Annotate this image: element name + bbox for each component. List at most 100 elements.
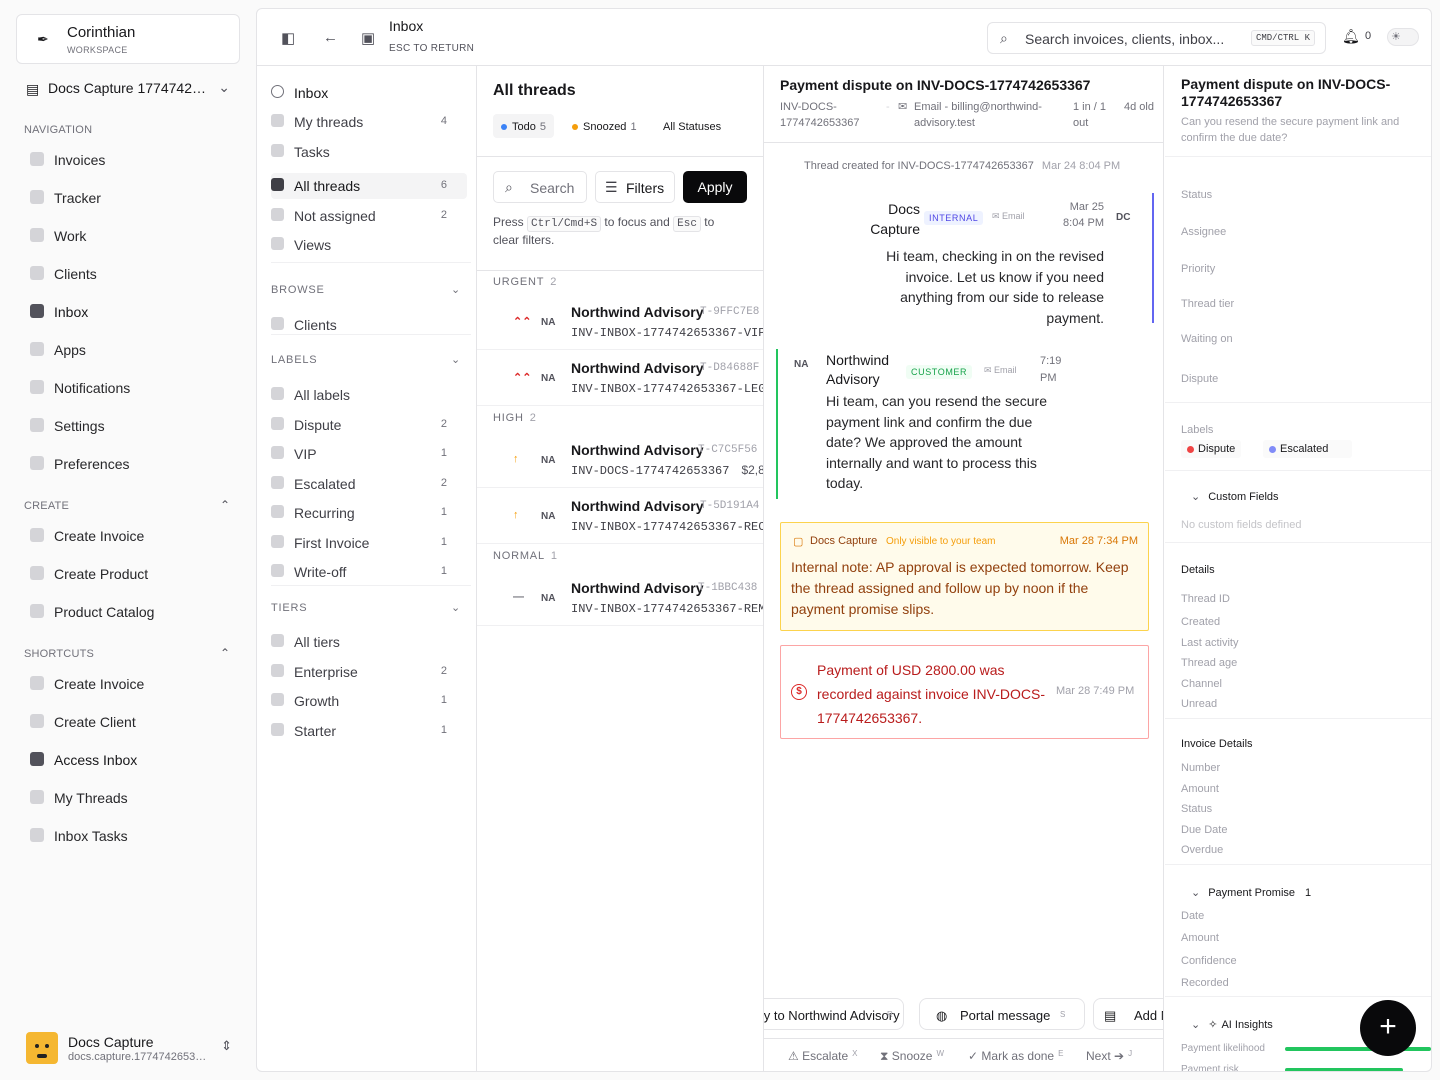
invoice-number: INV-INBOX-1774742653367-LEGAL: [571, 382, 764, 396]
sidebar-item-notifications[interactable]: Notifications: [26, 377, 236, 399]
sidebar-item-invoices[interactable]: Invoices: [26, 149, 236, 171]
user-email: docs.capture.1774742653367@example.test: [68, 1051, 208, 1063]
thread-row[interactable]: ↑ NA Northwind Advisory T-C7C5F56 INV-DOCS-1…: [477, 432, 763, 488]
inbox-header[interactable]: Inbox: [271, 80, 467, 106]
thread-row[interactable]: ⌃⌃ NA Northwind Advisory T-9FFC7E8 INV-INBOX…: [477, 294, 763, 350]
sidebar-item-work[interactable]: Work: [26, 225, 236, 247]
portal-message-button[interactable]: ◍ Portal message S: [919, 998, 1085, 1030]
add-note-button[interactable]: ▤ Add Note: [1093, 998, 1163, 1030]
labels-section-title[interactable]: LABELS ⌄: [271, 354, 460, 366]
tier-filter-enterprise[interactable]: Enterprise 2: [271, 659, 467, 685]
thread-detail-column: Payment dispute on INV-DOCS-177474265336…: [764, 66, 1164, 1071]
escalate-action[interactable]: ⚠ Escalate X: [788, 1049, 857, 1063]
label-filter-label: Write-off: [294, 564, 347, 580]
chevron-up-icon[interactable]: ⌃: [220, 498, 230, 512]
bell-icon[interactable]: 🔔︎: [1342, 28, 1360, 45]
label-filter-first-invoice[interactable]: First Invoice 1: [271, 530, 467, 556]
thread-row[interactable]: — NA Northwind Advisory T-1BBC438 INV-INBOX-…: [477, 570, 763, 626]
shortcut-item-label: My Threads: [54, 790, 128, 806]
inbox-view-not-assigned[interactable]: Not assigned 2: [271, 203, 467, 229]
document-selector[interactable]: ▤ Docs Capture 1774742653367 ⌄: [26, 79, 238, 99]
label-filter-all-labels[interactable]: All labels: [271, 382, 467, 408]
label-filter-write-off[interactable]: Write-off 1: [271, 559, 467, 585]
sidebar-item-clients[interactable]: Clients: [26, 263, 236, 285]
apply-button[interactable]: Apply: [683, 171, 747, 203]
status-chip-all[interactable]: All Statuses: [655, 114, 729, 138]
thread-meta-invoice: INV-DOCS-1774742653367: [780, 101, 860, 129]
all-tiers-icon: [271, 634, 284, 647]
status-chip-snoozed[interactable]: Snoozed 1: [564, 114, 645, 138]
browse-section-title[interactable]: BROWSE ⌄: [271, 284, 460, 296]
thread-search-input[interactable]: ⌕ Search: [493, 171, 587, 203]
browse-item-clients[interactable]: Clients: [271, 312, 467, 338]
divider: [1165, 542, 1431, 543]
global-search[interactable]: ⌕ Search invoices, clients, inbox... CMD…: [987, 22, 1326, 54]
filters-button[interactable]: ☰ Filters: [595, 171, 675, 203]
divider: [1165, 156, 1431, 157]
label-filter-recurring[interactable]: Recurring 1: [271, 500, 467, 526]
label-text: Escalated: [1280, 443, 1329, 455]
check-icon: [30, 828, 44, 842]
reply-button[interactable]: Reply to Northwind Advisory R: [764, 998, 904, 1030]
inbox-view-tasks[interactable]: Tasks: [271, 139, 467, 165]
globe-icon: ◍: [936, 1008, 948, 1023]
custom-fields-toggle[interactable]: ⌄ Custom Fields: [1191, 490, 1279, 503]
label-chip-dispute[interactable]: Dispute: [1181, 440, 1242, 458]
create-item-product-catalog[interactable]: Product Catalog: [26, 601, 236, 623]
thread-client-name: Northwind Advisory: [571, 498, 704, 514]
inbox-view-views[interactable]: Views: [271, 232, 467, 258]
inbox-filters-column: Inbox My threads 4 Tasks All threads 6 Not as…: [257, 66, 477, 1071]
sidebar-toggle-icon[interactable]: ◧: [281, 29, 295, 47]
inbox-view-all-threads[interactable]: All threads 6: [271, 173, 467, 199]
user-menu[interactable]: Docs Capture docs.capture.1774742653367@…: [26, 1030, 238, 1070]
tier-filter-all-tiers[interactable]: All tiers: [271, 629, 467, 655]
property-thread-age: Thread age: [1181, 657, 1238, 669]
new-item-fab[interactable]: +: [1360, 1000, 1416, 1056]
label-filter-escalated[interactable]: Escalated 2: [271, 471, 467, 497]
hint-text: to focus and: [604, 215, 670, 229]
tier-filter-growth[interactable]: Growth 1: [271, 688, 467, 714]
tiers-section-title[interactable]: TIERS ⌄: [271, 602, 460, 614]
shortcut-item-my-threads[interactable]: My Threads: [26, 787, 236, 809]
threads-icon: [30, 790, 44, 804]
thread-row[interactable]: ↑ NA Northwind Advisory T-5D191A4 INV-INBOX-…: [477, 488, 763, 544]
label-filter-label: First Invoice: [294, 534, 370, 551]
shortcuts-section-title[interactable]: SHORTCUTS ⌃: [24, 646, 230, 660]
create-item-create-invoice[interactable]: Create Invoice: [26, 525, 236, 547]
ai-insights-toggle[interactable]: ⌄ ✧ AI Insights: [1191, 1018, 1273, 1031]
sidebar-item-preferences[interactable]: Preferences: [26, 453, 236, 475]
label-dot: [1187, 445, 1194, 453]
shortcut-item-create-client[interactable]: Create Client: [26, 711, 236, 733]
message-sender: Docs Capture: [870, 201, 920, 237]
label-filter-dispute[interactable]: Dispute 2: [271, 412, 467, 438]
mark-as-done-action[interactable]: ✓ Mark as done E: [968, 1049, 1063, 1063]
shortcut-item-access-inbox[interactable]: Access Inbox: [26, 749, 236, 771]
label-chip-escalated[interactable]: Escalated: [1263, 440, 1353, 458]
sidebar-item-settings[interactable]: Settings: [26, 415, 236, 437]
next-action[interactable]: Next ➔ J: [1086, 1049, 1132, 1063]
sidebar-item-tracker[interactable]: Tracker: [26, 187, 236, 209]
back-arrow-icon[interactable]: ←: [323, 29, 338, 46]
shortcut-item-inbox-tasks[interactable]: Inbox Tasks: [26, 825, 236, 847]
invoice-number: INV-INBOX-1774742653367-RECURRING: [571, 520, 763, 534]
snooze-action[interactable]: ⧗ Snooze W: [880, 1049, 944, 1064]
status-chip-todo[interactable]: Todo 5: [493, 114, 554, 138]
sidebar-item-inbox[interactable]: Inbox: [26, 301, 236, 323]
create-item-create-product[interactable]: Create Product: [26, 563, 236, 585]
search-icon: ⌕: [1000, 30, 1008, 46]
theme-toggle[interactable]: ☀: [1387, 28, 1419, 46]
shortcut-item-create-invoice[interactable]: Create Invoice: [26, 673, 236, 695]
chevron-up-icon[interactable]: ⌃: [220, 646, 230, 660]
tier-filter-starter[interactable]: Starter 1: [271, 718, 467, 744]
inbox-view-my-threads[interactable]: My threads 4: [271, 109, 467, 135]
dispute-icon: [271, 416, 284, 430]
workspace-switcher[interactable]: ✒ Corinthian WORKSPACE: [16, 14, 240, 64]
workspace-label: WORKSPACE: [67, 45, 128, 55]
invoice-icon: [30, 528, 44, 542]
sidebar-item-apps[interactable]: Apps: [26, 339, 236, 361]
create-section-title[interactable]: CREATE ⌃: [24, 498, 230, 512]
thread-row[interactable]: ⌃⌃ NA Northwind Advisory T-D84688F INV-INBOX…: [477, 350, 764, 406]
chevron-down-icon: ⌄: [1191, 491, 1201, 503]
payment-promise-toggle[interactable]: ⌄ Payment Promise 1: [1191, 886, 1311, 899]
label-filter-vip[interactable]: VIP 1: [271, 441, 467, 467]
